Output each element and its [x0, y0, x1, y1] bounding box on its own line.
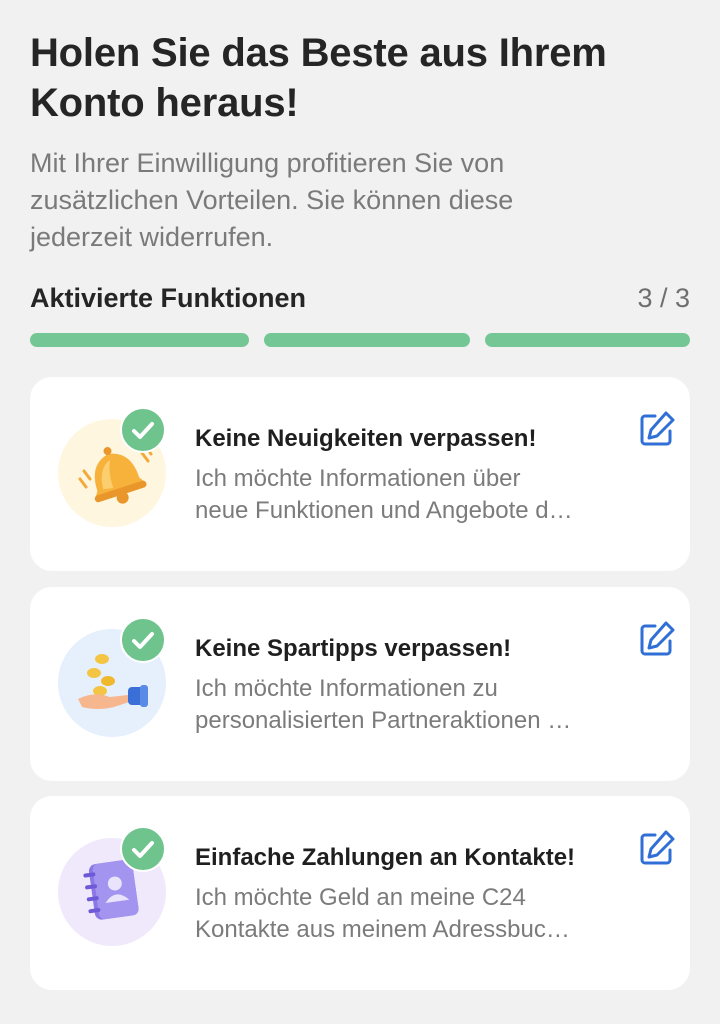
card-description: Ich möchte Informationen über neue Funkt…: [195, 463, 635, 527]
card-description-line-1: Ich möchte Geld an meine C24: [195, 884, 526, 911]
card-description: Ich möchte Geld an meine C24 Kontakte au…: [195, 882, 635, 946]
subtitle-line-3: jederzeit widerrufen.: [30, 222, 274, 252]
card-description-line-2: Kontakte aus meinem Adressbuc…: [195, 916, 570, 943]
card-title: Keine Spartipps verpassen!: [195, 635, 512, 662]
progress-bar: [30, 333, 690, 347]
subtitle-line-1: Mit Ihrer Einwilligung profitieren Sie v…: [30, 148, 505, 178]
card-title: Keine Neuigkeiten verpassen!: [195, 425, 537, 452]
page-title-line-1: Holen Sie das Beste aus Ihrem: [30, 31, 607, 75]
card-description-line-2: personalisierten Partneraktionen …: [195, 707, 572, 734]
feature-card-savings[interactable]: Keine Spartipps verpassen! Ich möchte In…: [30, 587, 690, 781]
checkmark-icon: [120, 826, 166, 872]
checkmark-icon: [120, 407, 166, 453]
card-description-line-2: neue Funktionen und Angebote d…: [195, 497, 573, 524]
page-title-line-2: Konto heraus!: [30, 81, 299, 125]
progress-segment-1: [30, 333, 249, 347]
progress-segment-3: [485, 333, 690, 347]
progress-label: Aktivierte Funktionen: [30, 283, 307, 313]
feature-card-news[interactable]: Keine Neuigkeiten verpassen! Ich möchte …: [30, 377, 690, 571]
checkmark-icon: [120, 617, 166, 663]
progress-count: 3 / 3: [637, 283, 690, 313]
card-description-line-1: Ich möchte Informationen zu: [195, 675, 498, 702]
subtitle-line-2: zusätzlichen Vorteilen. Sie können diese: [30, 185, 514, 215]
feature-card-payments[interactable]: Einfache Zahlungen an Kontakte! Ich möch…: [30, 796, 690, 990]
page-title: Holen Sie das Beste aus Ihrem Konto hera…: [30, 28, 690, 128]
edit-icon[interactable]: [637, 619, 677, 659]
card-title: Einfache Zahlungen an Kontakte!: [195, 844, 576, 871]
edit-icon[interactable]: [637, 828, 677, 868]
page-subtitle: Mit Ihrer Einwilligung profitieren Sie v…: [30, 145, 630, 256]
progress-segment-2: [264, 333, 470, 347]
edit-icon[interactable]: [637, 409, 677, 449]
card-description: Ich möchte Informationen zu personalisie…: [195, 673, 635, 737]
card-description-line-1: Ich möchte Informationen über: [195, 465, 521, 492]
